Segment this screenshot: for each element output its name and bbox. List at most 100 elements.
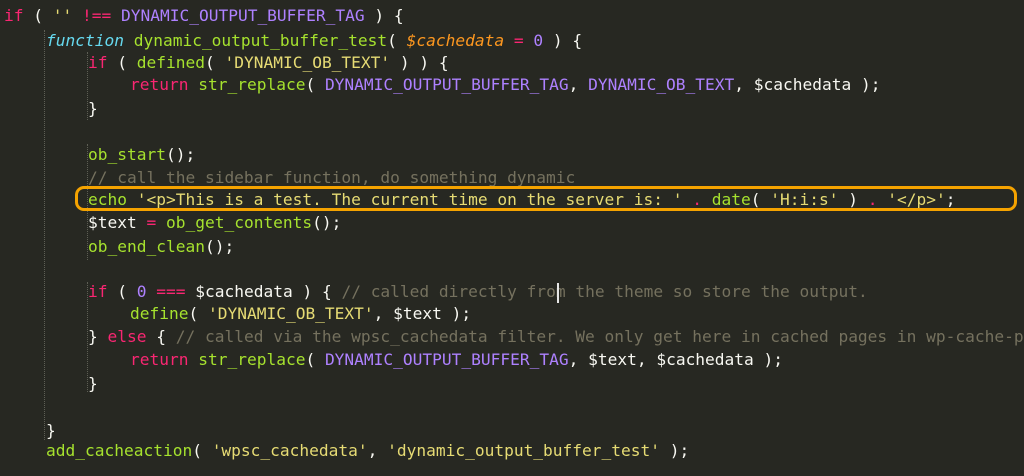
code-token: 'DYNAMIC_OB_TEXT': [207, 304, 374, 323]
code-token: }: [46, 421, 56, 440]
code-token: ,: [367, 441, 388, 460]
code-token: return: [130, 75, 189, 94]
code-token: ) {: [364, 6, 404, 25]
code-token: $cachedata: [753, 75, 852, 94]
code-token: $cachedata: [406, 31, 505, 50]
code-line: if ( defined( 'DYNAMIC_OB_TEXT' ) ) {: [4, 52, 449, 74]
code-line: define( 'DYNAMIC_OB_TEXT', $text );: [4, 303, 471, 325]
code-token: $cachedata: [656, 350, 754, 369]
code-token: DYNAMIC_OB_TEXT: [588, 75, 735, 94]
code-token: ,: [636, 350, 657, 369]
code-token: ();: [312, 213, 342, 232]
code-token: ob_get_contents: [165, 213, 313, 232]
code-token: return: [130, 350, 189, 369]
code-token: ,: [568, 75, 589, 94]
code-token: add_cacheaction: [46, 441, 193, 460]
code-token: '': [52, 6, 73, 25]
code-token: 'wpsc_cachedata': [211, 441, 368, 460]
code-token: else: [107, 327, 147, 346]
code-token: if: [88, 282, 108, 301]
code-token: // called directly from the theme so sto…: [341, 282, 868, 301]
code-token: ob_end_clean: [88, 237, 205, 256]
code-line: add_cacheaction( 'wpsc_cachedata', 'dyna…: [4, 440, 689, 462]
code-token: (: [387, 31, 407, 50]
highlighted-line-box: [75, 186, 1017, 211]
code-token: ) {: [292, 282, 342, 301]
code-token: );: [753, 350, 784, 369]
code-token: );: [660, 441, 690, 460]
code-token: 0: [136, 282, 147, 301]
code-token: if: [4, 6, 24, 25]
code-token: (: [107, 53, 137, 72]
code-token: ) ) {: [390, 53, 449, 72]
code-token: =: [513, 31, 524, 50]
code-token: dynamic_output_buffer_test: [133, 31, 388, 50]
code-line: ob_end_clean();: [4, 236, 234, 258]
code-editor[interactable]: if ( '' !== DYNAMIC_OUTPUT_BUFFER_TAG ) …: [0, 0, 1024, 476]
code-token: if: [88, 53, 108, 72]
code-token: ,: [568, 350, 589, 369]
code-token: );: [851, 75, 881, 94]
code-token: 0: [533, 31, 544, 50]
code-token: DYNAMIC_OUTPUT_BUFFER_TAG: [324, 75, 569, 94]
code-token: DYNAMIC_OUTPUT_BUFFER_TAG: [121, 6, 365, 25]
code-token: }: [88, 99, 98, 118]
code-token: (: [305, 75, 325, 94]
code-token: (: [107, 282, 137, 301]
code-token: (: [192, 441, 212, 460]
text-cursor: [557, 283, 559, 303]
code-token: =: [146, 213, 157, 232]
code-line: return str_replace( DYNAMIC_OUTPUT_BUFFE…: [4, 349, 783, 371]
code-token: (: [23, 6, 53, 25]
code-token: 'dynamic_output_buffer_test': [387, 441, 661, 460]
code-line: ob_start();: [4, 144, 195, 166]
code-token: (: [204, 53, 225, 72]
code-token: (: [188, 304, 208, 323]
code-token: str_replace: [198, 350, 306, 369]
code-line: $text = ob_get_contents();: [4, 212, 341, 234]
code-token: );: [441, 304, 472, 323]
code-token: $text: [393, 304, 442, 323]
code-token: DYNAMIC_OUTPUT_BUFFER_TAG: [324, 350, 569, 369]
code-token: ) {: [543, 31, 583, 50]
code-line: return str_replace( DYNAMIC_OUTPUT_BUFFE…: [4, 74, 881, 96]
code-token: !==: [82, 6, 112, 25]
code-token: // called via the wpsc_cachedata filter.…: [175, 327, 1024, 346]
code-token: ob_start: [88, 145, 166, 164]
code-line: }: [4, 420, 56, 442]
code-line: }: [4, 373, 98, 395]
code-line: } else { // called via the wpsc_cachedat…: [4, 326, 1024, 348]
code-token: function: [46, 31, 124, 50]
code-token: defined: [136, 53, 205, 72]
code-line: function dynamic_output_buffer_test( $ca…: [4, 30, 582, 52]
code-line: if ( 0 === $cachedata ) { // called dire…: [4, 281, 868, 303]
code-token: ,: [373, 304, 394, 323]
code-token: {: [146, 327, 176, 346]
code-token: // call the sidebar function, do somethi…: [88, 168, 576, 187]
code-token: $text: [588, 350, 637, 369]
code-line: if ( '' !== DYNAMIC_OUTPUT_BUFFER_TAG ) …: [4, 5, 404, 27]
code-token: str_replace: [198, 75, 306, 94]
code-token: $cachedata: [195, 282, 293, 301]
code-token: ();: [165, 145, 196, 164]
code-token: define: [130, 304, 189, 323]
code-token: 'DYNAMIC_OB_TEXT': [224, 53, 391, 72]
code-token: }: [88, 374, 98, 393]
code-token: $text: [88, 213, 137, 232]
code-token: (: [305, 350, 325, 369]
code-token: ===: [156, 282, 186, 301]
code-token: ();: [204, 237, 235, 256]
code-token: ,: [734, 75, 754, 94]
code-token: }: [88, 327, 108, 346]
code-line: }: [4, 98, 98, 120]
